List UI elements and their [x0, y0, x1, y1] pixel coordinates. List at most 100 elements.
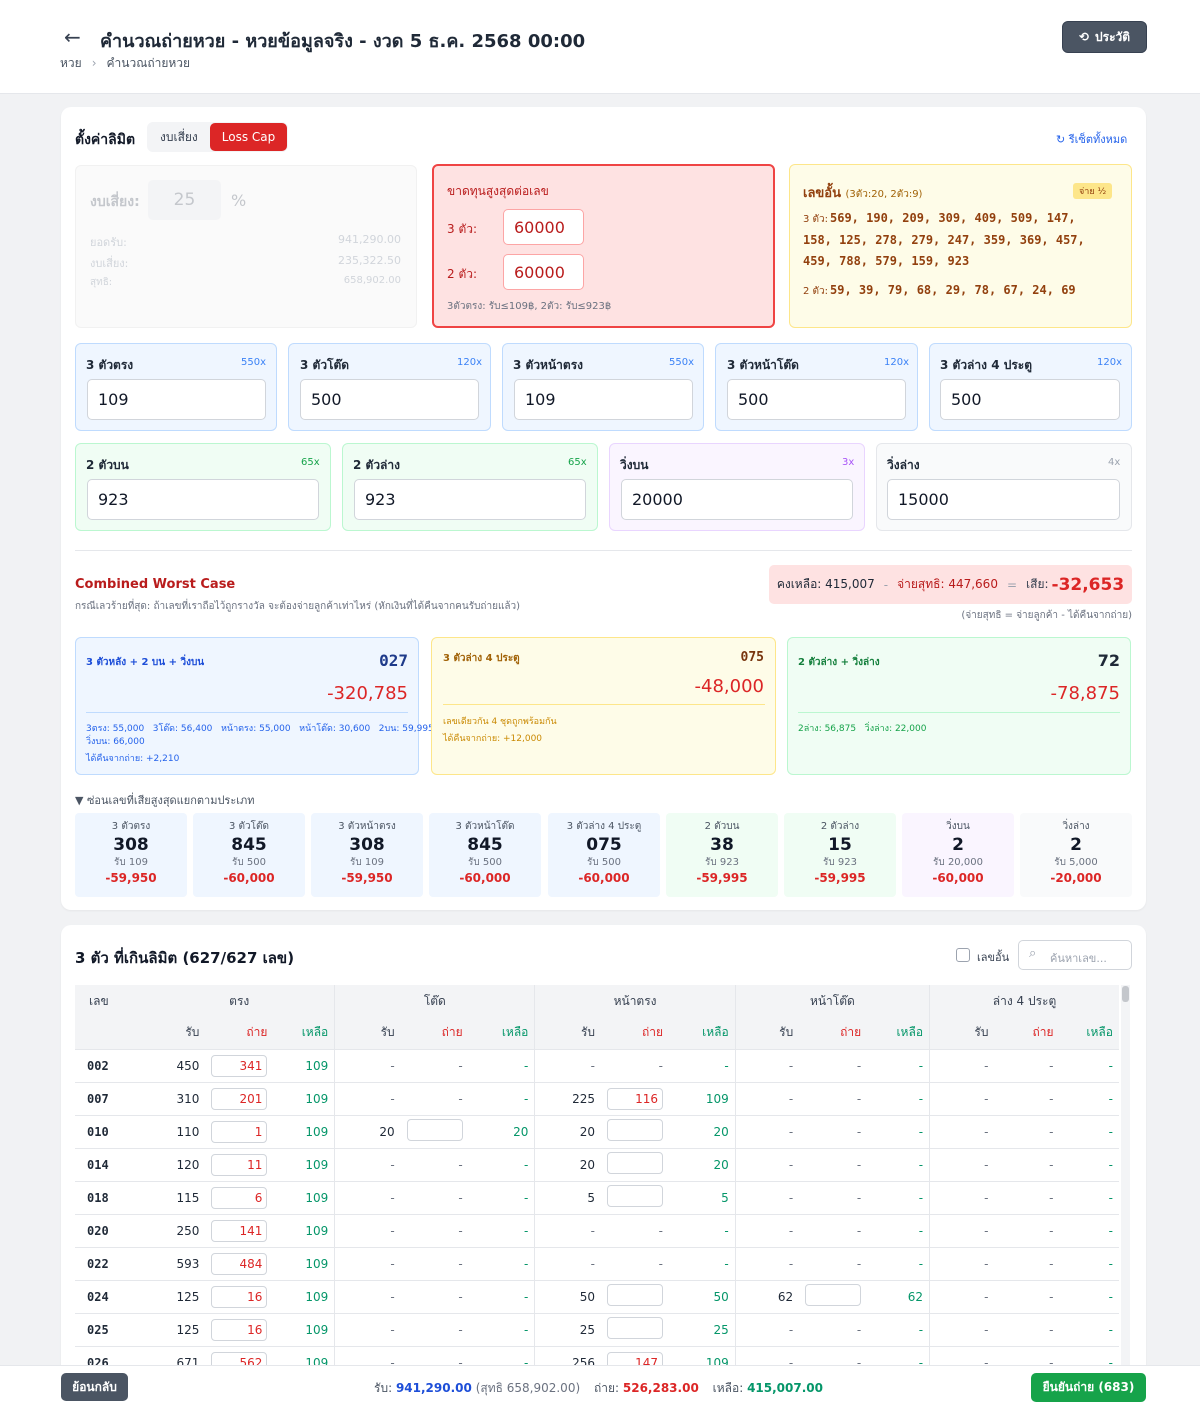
transfer-cell[interactable]: 6 — [205, 1180, 274, 1214]
transfer-input[interactable]: 11 — [211, 1153, 268, 1176]
transfer-input[interactable] — [607, 1119, 664, 1141]
transfer-cell[interactable]: 341 — [205, 1048, 274, 1082]
transfer-cell[interactable] — [601, 1180, 670, 1214]
transfer-input[interactable]: 201 — [211, 1087, 268, 1110]
summary-note: (จ่ายสุทธิ = จ่ายลูกค้า - ได้คืนจากถ่าย) — [961, 610, 1132, 621]
scrollbar-thumb[interactable] — [1122, 986, 1129, 1002]
transfer-cell[interactable]: 201 — [205, 1081, 274, 1115]
scrollbar[interactable] — [1121, 985, 1130, 1365]
transfer-cell[interactable]: 141 — [205, 1213, 274, 1247]
tile-loss: -60,000 — [932, 871, 984, 885]
transfer-input[interactable]: 141 — [211, 1219, 268, 1242]
back-arrow-icon[interactable]: ← — [64, 26, 81, 48]
risk-budget-row-value: 235,322.50 — [338, 254, 401, 267]
transfer-input[interactable]: 1 — [211, 1120, 268, 1143]
transfer-cell[interactable] — [601, 1114, 670, 1148]
half-pay-checkbox[interactable] — [956, 948, 970, 962]
recv-cell: - — [735, 1312, 800, 1346]
transfer-input[interactable] — [607, 1284, 664, 1306]
tile-recv: รับ 20,000 — [933, 857, 983, 868]
transfer-input[interactable]: 6 — [211, 1186, 268, 1209]
transfer-input[interactable] — [607, 1152, 664, 1174]
tile-number: 075 — [586, 835, 622, 855]
recv-cell: - — [735, 1345, 800, 1365]
recv-cell: 671 — [144, 1345, 206, 1365]
reset-all-button[interactable]: ↻ รีเซ็ตทั้งหมด — [1056, 130, 1127, 148]
limit-input-3-front-tod[interactable]: 500 — [727, 379, 906, 420]
transfer-input[interactable]: 116 — [607, 1087, 664, 1110]
limit-input-3-front-straight[interactable]: 109 — [514, 379, 693, 420]
limit-input-run-bottom[interactable]: 15000 — [887, 479, 1120, 520]
tab-loss-cap[interactable]: Loss Cap — [209, 123, 288, 151]
history-button[interactable]: ⟲ ประวัติ — [1062, 21, 1147, 53]
max-loss-two-input[interactable]: 60000 — [503, 254, 584, 290]
transfer-cell[interactable] — [400, 1114, 469, 1148]
transfer-input[interactable]: 341 — [211, 1054, 268, 1077]
transfer-cell[interactable]: 11 — [205, 1147, 274, 1181]
recv-cell: - — [735, 1147, 800, 1181]
transfer-input[interactable]: 147 — [607, 1351, 664, 1365]
limit-input-3-straight[interactable]: 109 — [87, 379, 266, 420]
half-pay-two-label: 2 ตัว: — [803, 286, 829, 297]
col-spacer — [75, 1017, 144, 1049]
transfer-input[interactable] — [607, 1317, 664, 1339]
chevron-right-icon: › — [91, 56, 97, 70]
max-loss-three-input[interactable]: 60000 — [503, 209, 584, 245]
transfer-cell[interactable] — [799, 1279, 868, 1313]
transfer-cell[interactable] — [601, 1279, 670, 1313]
transfer-cell[interactable]: 484 — [205, 1246, 274, 1280]
transfer-input[interactable]: 562 — [211, 1351, 268, 1365]
table: เลข ตรง โต๊ด หน้าตรง หน้าโต๊ด ล่าง 4 ประ… — [75, 985, 1119, 1365]
half-pay-three-line2: 158, 125, 278, 279, 247, 359, 369, 457, — [803, 233, 1085, 247]
breadcrumb-item-lottery[interactable]: หวย — [60, 56, 82, 70]
risk-budget-input[interactable]: 25 — [148, 180, 221, 220]
remain-cell: - — [468, 1048, 536, 1082]
transfer-cell[interactable] — [601, 1312, 670, 1346]
transfer-input[interactable] — [406, 1119, 463, 1141]
worst-summary: คงเหลือ: 415,007 - จ่ายสุทธิ: 447,660 = … — [769, 565, 1132, 604]
max-loss-tile: 2 ตัวบน 38 รับ 923 -59,995 — [666, 813, 778, 897]
tile-recv: รับ 5,000 — [1054, 857, 1098, 868]
transfer-cell[interactable]: 1 — [205, 1114, 274, 1148]
transfer-cell[interactable]: 16 — [205, 1312, 274, 1346]
tile-recv: รับ 500 — [587, 857, 621, 868]
recv-cell: - — [929, 1180, 995, 1214]
tab-risk-budget[interactable]: งบเสี่ยง — [148, 123, 210, 151]
recv-cell: - — [334, 1246, 401, 1280]
limit-input-run-top[interactable]: 20000 — [621, 479, 853, 520]
remain-cell: - — [468, 1081, 536, 1115]
confirm-button[interactable]: ยืนยันถ่าย (683) — [1031, 1373, 1146, 1402]
table-row: 010 110 1 109 20 20 20 20- - - - - - — [75, 1114, 1119, 1148]
remain-cell: - — [468, 1147, 536, 1181]
limit-input-2-bottom[interactable]: 923 — [354, 479, 586, 520]
table-row: 014 120 11 109- - -20 20- - - - - - — [75, 1147, 1119, 1181]
limit-input-3-tod[interactable]: 500 — [300, 379, 479, 420]
limit-input-2-top[interactable]: 923 — [87, 479, 319, 520]
max-loss-note: 3ตัวตรง: รับ≤109฿, 2ตัว: รับ≤923฿ — [447, 301, 612, 312]
transfer-input[interactable]: 16 — [211, 1318, 268, 1341]
transfer-cell[interactable]: 147 — [601, 1345, 670, 1365]
back-button[interactable]: ย้อนกลับ — [61, 1373, 128, 1401]
remain-cell: - — [468, 1246, 536, 1280]
limit-input-3-bottom-4[interactable]: 500 — [940, 379, 1120, 420]
transfer-cell[interactable]: 562 — [205, 1345, 274, 1365]
row-number: 018 — [75, 1180, 145, 1214]
worst-card-loss: -78,875 — [1050, 683, 1120, 704]
transfer-input[interactable] — [805, 1284, 862, 1306]
recv-cell: - — [334, 1213, 401, 1247]
transfer-cell[interactable]: 116 — [601, 1081, 670, 1115]
transfer-input[interactable] — [607, 1185, 664, 1207]
transfer-input[interactable]: 484 — [211, 1252, 268, 1275]
search-input[interactable]: ⌕ ค้นหาเลข... — [1018, 940, 1132, 970]
transfer-input[interactable]: 16 — [211, 1285, 268, 1308]
max-loss-tile: 3 ตัวโต๊ด 845 รับ 500 -60,000 — [193, 813, 305, 897]
collapse-toggle[interactable]: ▼ ซ่อนเลขที่เสียสูงสุดแยกตามประเภท — [75, 791, 255, 809]
history-label: ประวัติ — [1095, 29, 1131, 44]
tile-recv: รับ 923 — [823, 857, 857, 868]
recv-cell: 120 — [144, 1147, 206, 1181]
transfer-cell[interactable]: 16 — [205, 1279, 274, 1313]
transfer-cell[interactable] — [601, 1147, 670, 1181]
transfer-cell: - — [994, 1213, 1060, 1247]
risk-budget-label: งบเสี่ยง: — [90, 194, 140, 210]
summary-pay: จ่ายสุทธิ: 447,660 — [897, 577, 998, 591]
